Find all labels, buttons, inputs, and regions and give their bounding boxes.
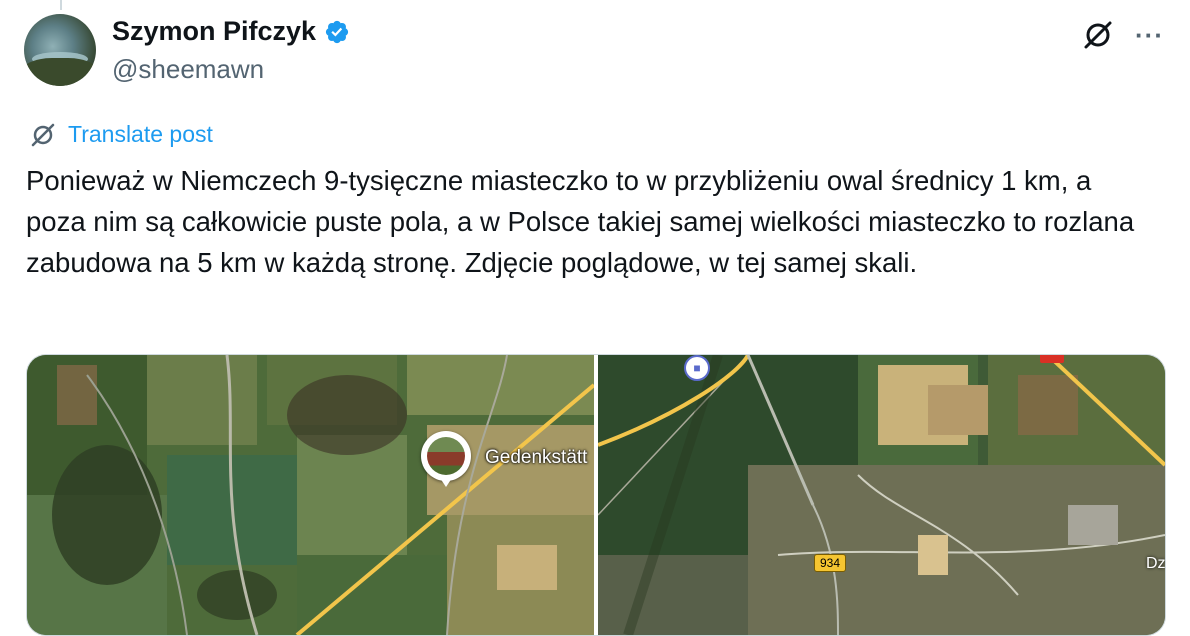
user-handle[interactable]: @sheemawn bbox=[112, 54, 264, 85]
author-name-row[interactable]: Szymon Pifczyk bbox=[112, 16, 350, 47]
train-station-icon[interactable]: ■ bbox=[684, 355, 710, 381]
translate-post-label: Translate post bbox=[68, 121, 213, 147]
post-media[interactable]: Gedenkstätt ■ 934 Dz bbox=[26, 354, 1166, 636]
avatar[interactable] bbox=[24, 14, 96, 86]
thread-line bbox=[60, 0, 62, 10]
satellite-image bbox=[27, 355, 594, 635]
place-marker[interactable] bbox=[421, 431, 471, 487]
map-edge-label: Dz bbox=[1146, 555, 1165, 572]
road-number-badge: 934 bbox=[814, 554, 847, 572]
post-text: Ponieważ w Niemczech 9-tysięczne miastec… bbox=[26, 165, 1135, 278]
place-label: Gedenkstätt bbox=[485, 447, 588, 468]
grok-icon[interactable] bbox=[1081, 18, 1115, 52]
satellite-map-poland[interactable]: ■ 934 Dz bbox=[598, 355, 1165, 635]
road-marker-icon bbox=[1040, 355, 1064, 363]
grok-icon bbox=[31, 123, 55, 146]
satellite-image bbox=[598, 355, 1165, 635]
avatar-hill bbox=[24, 58, 96, 86]
more-options-icon[interactable]: ··· bbox=[1135, 20, 1164, 51]
place-thumbnail bbox=[427, 437, 465, 475]
display-name[interactable]: Szymon Pifczyk bbox=[112, 16, 316, 47]
post-top-actions: ··· bbox=[1081, 18, 1164, 52]
satellite-map-germany[interactable]: Gedenkstätt bbox=[27, 355, 594, 635]
verified-badge-icon bbox=[325, 20, 349, 43]
translate-post-link[interactable]: Translate post bbox=[30, 121, 213, 148]
